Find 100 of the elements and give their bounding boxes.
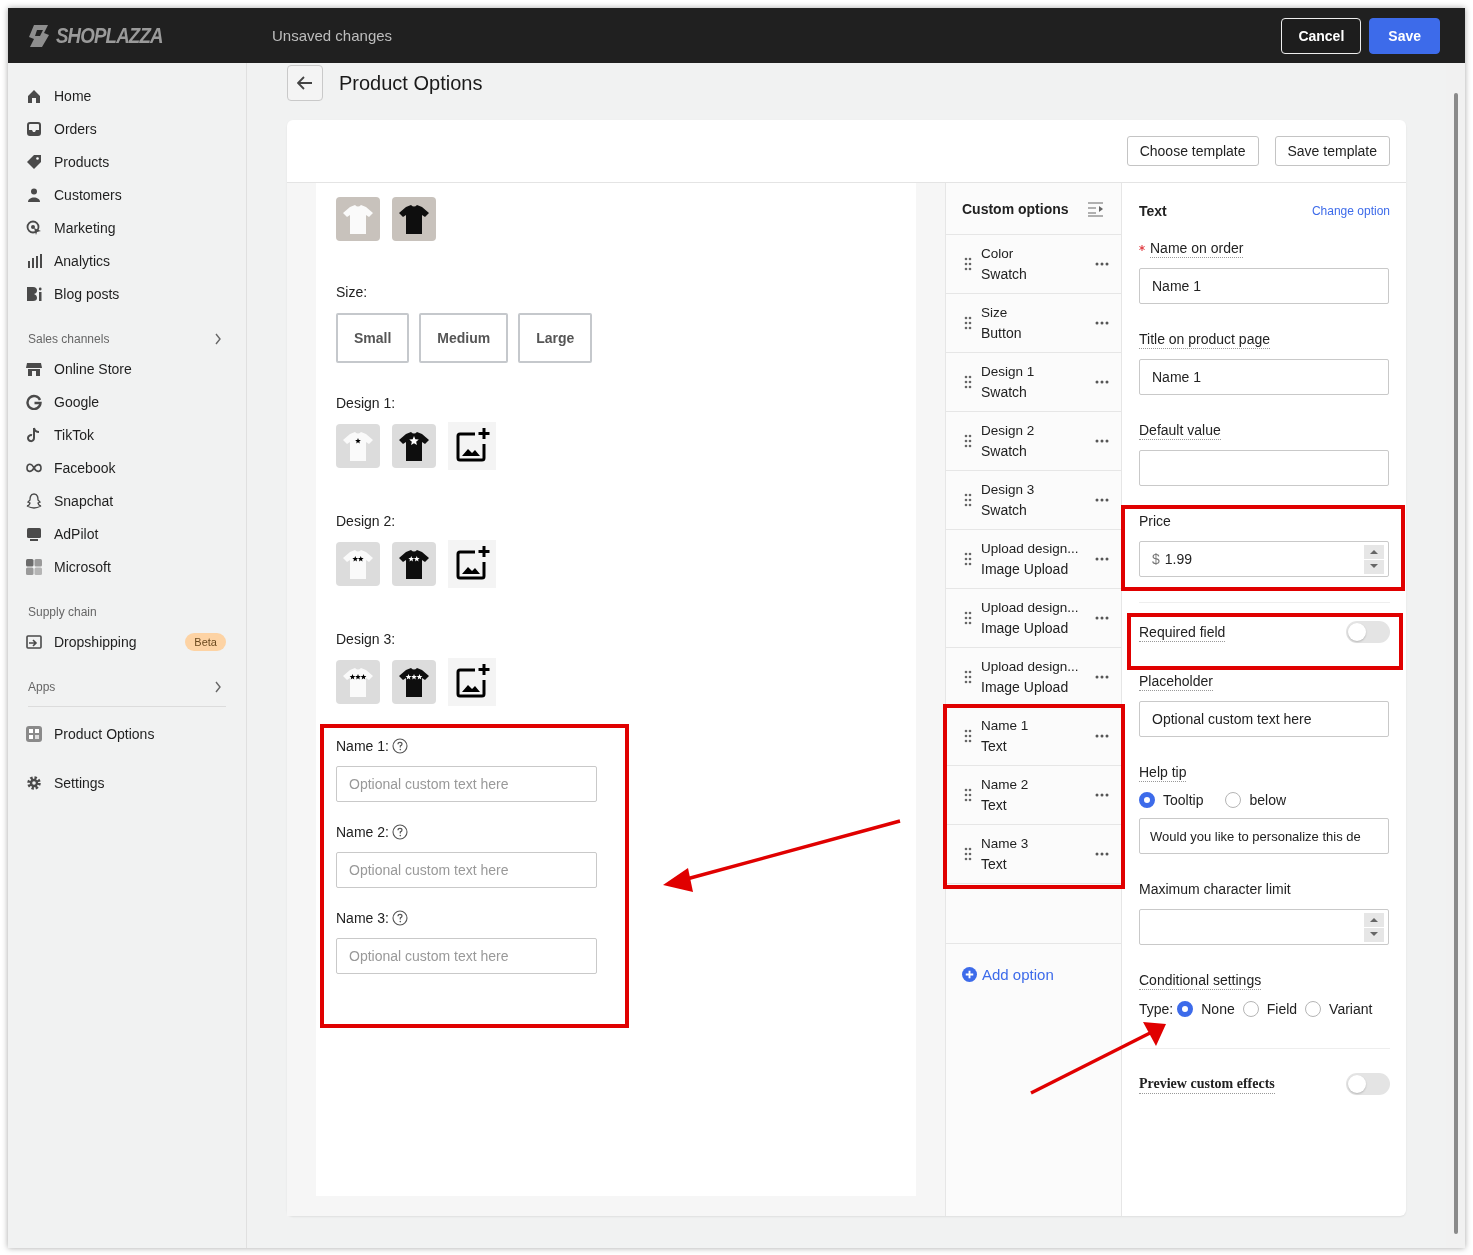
drag-handle-icon[interactable]: [964, 788, 972, 802]
nav-item[interactable]: Online Store: [54, 360, 226, 377]
option-row[interactable]: Upload design... Image Upload: [946, 530, 1121, 589]
more-icon[interactable]: [1095, 498, 1109, 502]
caret-down-icon[interactable]: [1370, 932, 1378, 937]
nav-item[interactable]: TikTok: [54, 426, 226, 443]
drag-handle-icon[interactable]: [964, 316, 972, 330]
more-icon[interactable]: [1095, 734, 1109, 738]
text-field[interactable]: [1139, 450, 1389, 486]
change-option-link[interactable]: Change option: [1311, 203, 1390, 218]
collapse-list-icon[interactable]: [1087, 200, 1105, 217]
size-option[interactable]: Medium: [419, 313, 509, 363]
nav-item[interactable]: Products: [54, 153, 226, 170]
nav-item[interactable]: Snapchat: [54, 492, 226, 509]
radio-option[interactable]: Field: [1242, 1001, 1298, 1017]
drag-handle-icon[interactable]: [964, 847, 972, 861]
more-icon[interactable]: [1095, 793, 1109, 797]
more-icon[interactable]: [1095, 557, 1109, 561]
back-button[interactable]: [287, 65, 323, 101]
toggle-switch[interactable]: [1346, 621, 1390, 643]
nav-item[interactable]: Dropshipping: [54, 633, 174, 650]
chevron-right-icon[interactable]: [214, 333, 222, 345]
add-image-icon[interactable]: [448, 422, 496, 470]
option-row[interactable]: Upload design... Image Upload: [946, 589, 1121, 648]
drag-handle-icon[interactable]: [964, 670, 972, 684]
number-field[interactable]: $ 1.99: [1139, 541, 1389, 577]
save-button[interactable]: Save: [1369, 17, 1440, 54]
text-field[interactable]: Optional custom text here: [1139, 701, 1389, 737]
text-field[interactable]: Name 1: [1139, 359, 1389, 395]
nav-item[interactable]: Orders: [54, 120, 226, 137]
drag-handle-icon[interactable]: [964, 729, 972, 743]
caret-up-icon[interactable]: [1370, 549, 1378, 554]
nav-item[interactable]: Customers: [54, 186, 226, 203]
design-label: Design 3:: [336, 631, 397, 647]
tshirt-swatch[interactable]: [392, 197, 436, 241]
tshirt-swatch[interactable]: [336, 424, 380, 468]
custom-text-field[interactable]: Optional custom text here: [336, 852, 597, 888]
option-row[interactable]: Design 2 Swatch: [946, 412, 1121, 471]
option-row[interactable]: Design 3 Swatch: [946, 471, 1121, 530]
toggle-switch[interactable]: [1346, 1073, 1390, 1095]
option-row[interactable]: Name 2 Text: [946, 766, 1121, 825]
add-option-link[interactable]: Add option: [962, 966, 1054, 983]
cancel-button[interactable]: Cancel: [1281, 17, 1362, 54]
size-option[interactable]: Large: [518, 313, 593, 363]
drag-handle-icon[interactable]: [964, 552, 972, 566]
chevron-right-icon[interactable]: [214, 681, 222, 693]
more-icon[interactable]: [1095, 439, 1109, 443]
add-image-icon[interactable]: [448, 540, 496, 588]
more-icon[interactable]: [1095, 675, 1109, 679]
nav-item[interactable]: Settings: [54, 774, 226, 791]
option-row[interactable]: Upload design... Image Upload: [946, 648, 1121, 707]
text-field[interactable]: Would you like to personalize this de: [1139, 818, 1389, 854]
text-field[interactable]: Name 1: [1139, 268, 1389, 304]
nav-item[interactable]: Marketing: [54, 219, 226, 236]
nav-item[interactable]: Google: [54, 393, 226, 410]
tshirt-swatch[interactable]: [392, 424, 436, 468]
option-row[interactable]: Color Swatch: [946, 235, 1121, 294]
tshirt-swatch[interactable]: [336, 542, 380, 586]
drag-handle-icon[interactable]: [964, 434, 972, 448]
radio-option[interactable]: Tooltip: [1139, 792, 1204, 808]
more-icon[interactable]: [1095, 380, 1109, 384]
number-field[interactable]: [1139, 909, 1389, 945]
drag-handle-icon[interactable]: [964, 611, 972, 625]
radio-option[interactable]: below: [1225, 792, 1287, 808]
template-button[interactable]: Save template: [1274, 136, 1390, 166]
more-icon[interactable]: [1095, 321, 1109, 325]
nav-item[interactable]: Home: [54, 87, 226, 104]
nav-item[interactable]: Analytics: [54, 252, 226, 269]
caret-up-icon[interactable]: [1370, 917, 1378, 922]
radio-option[interactable]: None: [1177, 1001, 1235, 1017]
add-image-icon[interactable]: [448, 658, 496, 706]
option-name: Upload design...: [981, 540, 1080, 558]
help-icon[interactable]: [391, 824, 408, 840]
custom-text-field[interactable]: Optional custom text here: [336, 938, 597, 974]
nav-item[interactable]: AdPilot: [54, 525, 226, 542]
drag-handle-icon[interactable]: [964, 493, 972, 507]
custom-text-field[interactable]: Optional custom text here: [336, 766, 597, 802]
nav-item[interactable]: Product Options: [54, 725, 226, 742]
drag-handle-icon[interactable]: [964, 257, 972, 271]
option-row[interactable]: Size Button: [946, 294, 1121, 353]
more-icon[interactable]: [1095, 616, 1109, 620]
help-icon[interactable]: [391, 738, 408, 754]
tshirt-swatch[interactable]: [336, 197, 380, 241]
tshirt-swatch[interactable]: [336, 660, 380, 704]
nav-item[interactable]: Microsoft: [54, 558, 226, 575]
radio-option[interactable]: Variant: [1305, 1001, 1373, 1017]
option-row[interactable]: Name 3 Text: [946, 825, 1121, 884]
template-button[interactable]: Choose template: [1126, 136, 1259, 166]
nav-item[interactable]: Blog posts: [54, 285, 226, 302]
caret-down-icon[interactable]: [1370, 564, 1378, 569]
size-option[interactable]: Small: [336, 313, 410, 363]
drag-handle-icon[interactable]: [964, 375, 972, 389]
tshirt-swatch[interactable]: [392, 660, 436, 704]
tshirt-swatch[interactable]: [392, 542, 436, 586]
nav-item[interactable]: Facebook: [54, 459, 226, 476]
help-icon[interactable]: [391, 910, 408, 926]
more-icon[interactable]: [1095, 852, 1109, 856]
option-row[interactable]: Name 1 Text: [946, 707, 1121, 766]
more-icon[interactable]: [1095, 262, 1109, 266]
option-row[interactable]: Design 1 Swatch: [946, 353, 1121, 412]
